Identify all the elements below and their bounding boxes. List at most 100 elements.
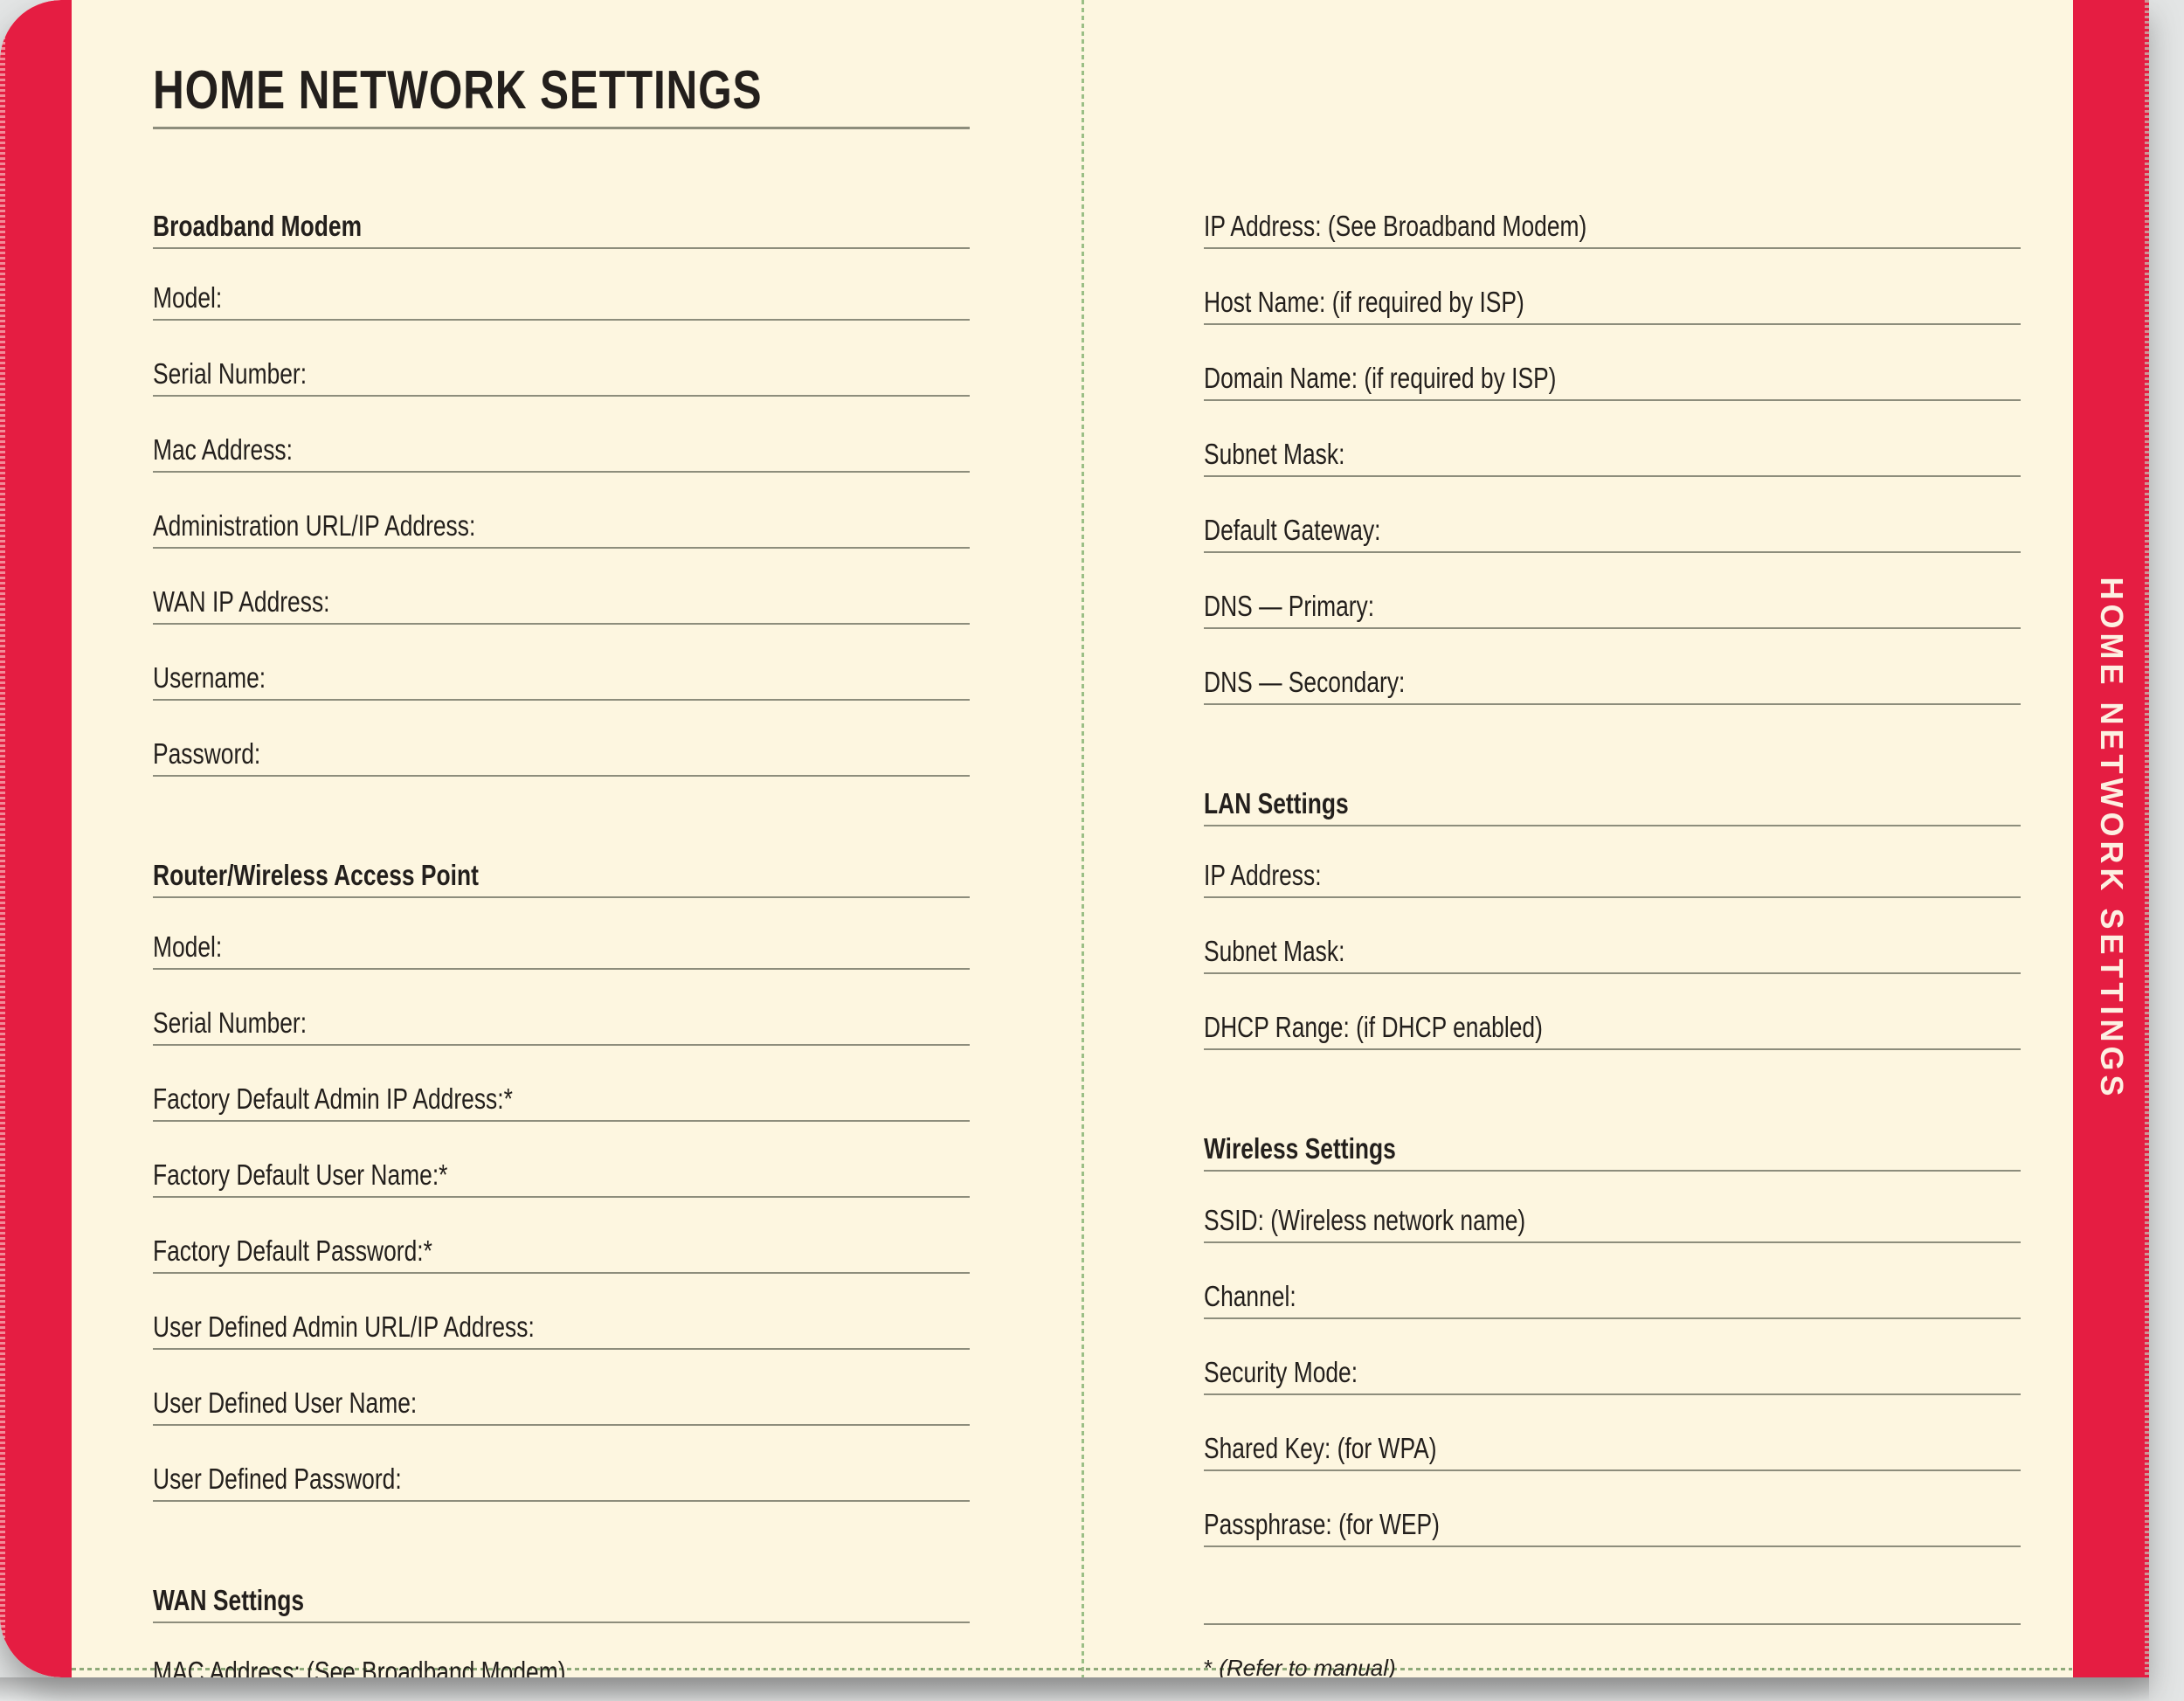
form-field-row[interactable]: Host Name: (if required by ISP) [1204,286,2021,325]
field-label-text: Model: [153,930,223,963]
form-field-row[interactable]: Serial Number: [153,1006,970,1046]
form-field-row[interactable]: SSID: (Wireless network name) [1204,1204,2021,1243]
write-in-rule[interactable] [153,1348,970,1350]
write-in-rule[interactable] [153,547,970,549]
section-heading-rule [153,1621,970,1623]
form-field-row[interactable]: Channel: [1204,1280,2021,1319]
form-field-row[interactable]: WAN IP Address: [153,585,970,625]
form-field-row[interactable]: Shared Key: (for WPA) [1204,1432,2021,1471]
field-label: IP Address: [1204,859,2021,896]
write-in-rule[interactable] [1204,399,2021,401]
section-header-row: WAN Settings [153,1584,970,1623]
write-in-rule[interactable] [1204,703,2021,705]
form-field-row[interactable]: User Defined Password: [153,1462,970,1502]
form-field-row[interactable]: Factory Default User Name:* [153,1158,970,1198]
field-label: IP Address: (See Broadband Modem) [1204,210,2021,247]
write-in-rule[interactable] [153,319,970,321]
form-field-row[interactable]: Default Gateway: [1204,514,2021,553]
field-label-text: DHCP Range: (if DHCP enabled) [1204,1011,1543,1043]
field-label-text: Password: [153,737,261,770]
form-field-row[interactable]: Factory Default Admin IP Address:* [153,1082,970,1122]
form-field-row[interactable]: Subnet Mask: [1204,438,2021,477]
form-field-row[interactable]: Model: [153,930,970,970]
field-label: Serial Number: [153,357,970,395]
field-label: User Defined Admin URL/IP Address: [153,1310,970,1348]
section-heading-rule [1204,1170,2021,1172]
write-in-rule[interactable] [1204,896,2021,898]
footnote-text: (Refer to manual) [1213,1655,1396,1677]
write-in-rule[interactable] [1204,247,2021,249]
field-label: Username: [153,661,970,699]
field-label: Subnet Mask: [1204,935,2021,972]
field-label: DHCP Range: (if DHCP enabled) [1204,1011,2021,1048]
write-in-rule[interactable] [153,1196,970,1198]
section-heading-text: Wireless Settings [1204,1132,1396,1165]
write-in-rule[interactable] [1204,1393,2021,1395]
form-field-row[interactable]: Administration URL/IP Address: [153,509,970,549]
write-in-rule[interactable] [1204,475,2021,477]
field-label: Security Mode: [1204,1356,2021,1393]
field-label-text: Serial Number: [153,1006,308,1039]
form-field-row[interactable]: Subnet Mask: [1204,935,2021,974]
write-in-rule[interactable] [153,1044,970,1046]
write-in-rule[interactable] [153,1424,970,1426]
form-field-row[interactable]: Username: [153,661,970,701]
write-in-rule[interactable] [1204,1623,2021,1625]
write-in-rule[interactable] [1204,1048,2021,1050]
write-in-rule[interactable] [153,1272,970,1274]
form-field-row[interactable]: IP Address: (See Broadband Modem) [1204,210,2021,249]
form-field-row[interactable]: MAC Address: (See Broadband Modem) [153,1656,970,1677]
write-in-rule[interactable] [153,1120,970,1122]
write-in-rule[interactable] [1204,1469,2021,1471]
form-field-row[interactable]: DHCP Range: (if DHCP enabled) [1204,1011,2021,1050]
write-in-rule[interactable] [1204,972,2021,974]
field-label-text: DNS — Primary: [1204,590,1375,622]
write-in-rule[interactable] [1204,1317,2021,1319]
write-in-rule[interactable] [153,471,970,473]
form-field-row[interactable]: User Defined User Name: [153,1386,970,1426]
blank-write-in-row[interactable] [1204,1584,2021,1625]
footnote-asterisk: * [1204,1655,1213,1677]
left-red-spine [0,0,72,1677]
section-heading: Broadband Modem [153,210,970,247]
form-field-row[interactable]: User Defined Admin URL/IP Address: [153,1310,970,1350]
form-field-row[interactable]: Domain Name: (if required by ISP) [1204,362,2021,401]
field-label-text: Factory Default Admin IP Address:* [153,1082,513,1115]
section-heading-text: WAN Settings [153,1584,305,1616]
field-label-text: Domain Name: (if required by ISP) [1204,362,1557,394]
form-field-row[interactable]: Passphrase: (for WEP) [1204,1508,2021,1547]
form-field-row[interactable]: Serial Number: [153,357,970,397]
write-in-rule[interactable] [1204,551,2021,553]
write-in-rule[interactable] [1204,1241,2021,1243]
field-label-text: MAC Address: (See Broadband Modem) [153,1656,566,1677]
field-label: Domain Name: (if required by ISP) [1204,362,2021,399]
write-in-rule[interactable] [153,1500,970,1502]
form-field-row[interactable]: IP Address: [1204,859,2021,898]
write-in-rule[interactable] [153,699,970,701]
form-field-row[interactable]: Model: [153,281,970,321]
form-field-row[interactable]: DNS — Secondary: [1204,666,2021,705]
page-title: HOME NETWORK SETTINGS [153,59,915,121]
write-in-rule[interactable] [1204,1545,2021,1547]
section-heading: Router/Wireless Access Point [153,859,970,896]
field-label: Default Gateway: [1204,514,2021,551]
write-in-rule[interactable] [153,395,970,397]
field-label-text: Host Name: (if required by ISP) [1204,286,1524,318]
form-field-row[interactable]: Security Mode: [1204,1356,2021,1395]
form-field-row[interactable]: Factory Default Password:* [153,1234,970,1274]
write-in-rule[interactable] [1204,323,2021,325]
field-label: Model: [153,930,970,968]
field-label-text: WAN IP Address: [153,585,330,618]
column-divider [1082,0,1084,1677]
write-in-rule[interactable] [153,623,970,625]
write-in-rule[interactable] [153,968,970,970]
form-field-row[interactable]: Mac Address: [153,433,970,473]
field-label: Factory Default Admin IP Address:* [153,1082,970,1120]
field-label: MAC Address: (See Broadband Modem) [153,1656,970,1677]
write-in-rule[interactable] [153,775,970,777]
write-in-rule[interactable] [1204,627,2021,629]
form-field-row[interactable]: DNS — Primary: [1204,590,2021,629]
form-field-row[interactable]: Password: [153,737,970,777]
field-label-text: User Defined Password: [153,1462,402,1495]
